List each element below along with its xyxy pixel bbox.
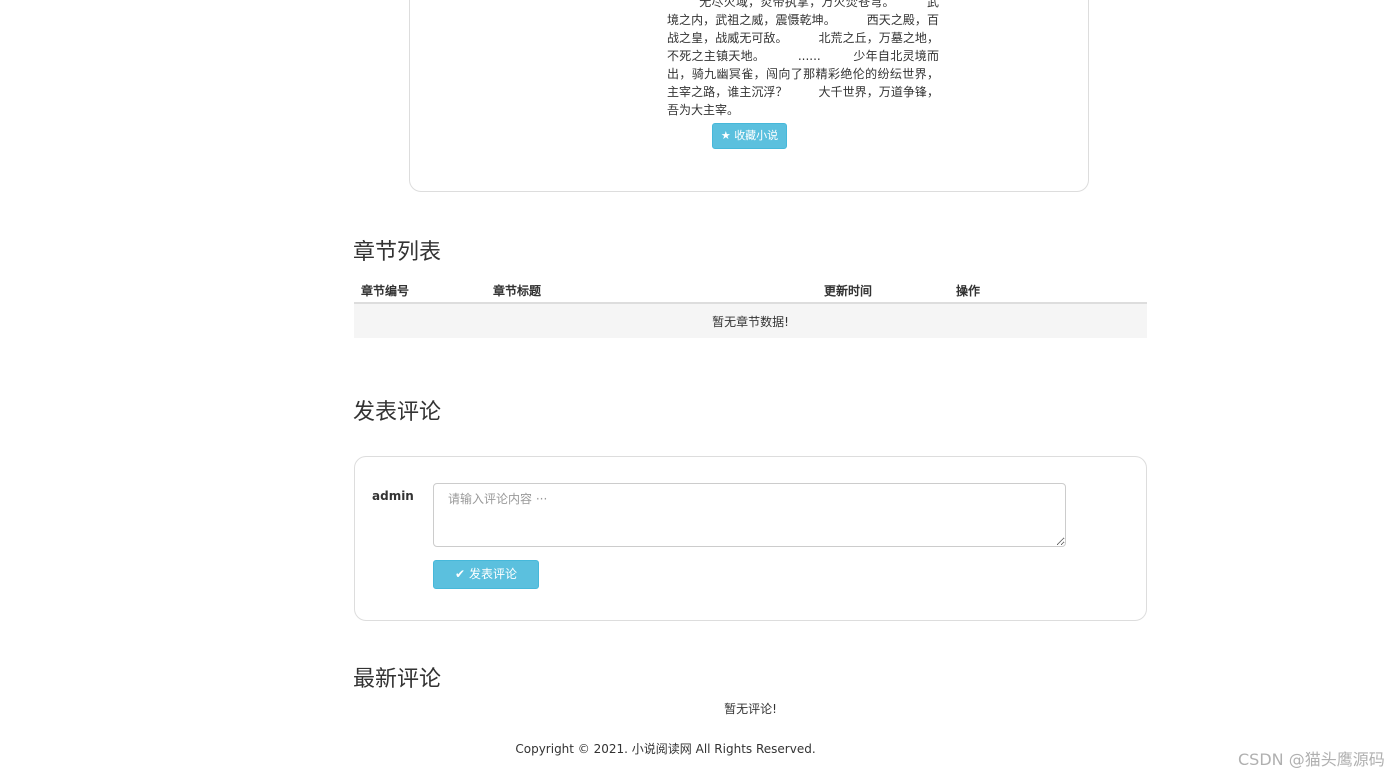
favorite-novel-button[interactable]: ★ 收藏小说 [712,123,787,149]
chapter-list-title: 章节列表 [353,240,442,265]
csdn-watermark: CSDN @猫头鹰源码 [1238,750,1385,769]
chapter-table: 章节编号 章节标题 更新时间 操作 暂无章节数据! [354,278,1147,338]
chapter-empty-message: 暂无章节数据! [354,303,1147,338]
post-comment-title: 发表评论 [353,400,442,425]
column-actions: 操作 [949,278,1147,304]
table-row: 暂无章节数据! [354,303,1147,338]
comment-username: admin [372,489,414,503]
column-chapter-title: 章节标题 [486,278,817,304]
no-comments-message: 暂无评论! [724,702,777,716]
novel-description: 无尽火域，炎帝执掌，万火焚苍穹。 武境之内，武祖之威，震慑乾坤。 西天之殿，百战… [667,0,939,117]
comment-input[interactable] [433,483,1066,547]
favorite-novel-label: 收藏小说 [734,129,779,142]
star-icon: ★ [720,129,731,142]
footer-copyright: Copyright © 2021. 小说阅读网 All Rights Reser… [515,742,816,756]
chapter-table-header: 章节编号 章节标题 更新时间 操作 [354,278,1147,304]
check-icon: ✔ [455,567,466,581]
latest-comments-title: 最新评论 [353,667,442,692]
column-chapter-number: 章节编号 [354,278,486,304]
post-comment-label: 发表评论 [468,567,517,581]
post-comment-button[interactable]: ✔ 发表评论 [433,560,539,589]
column-update-time: 更新时间 [817,278,949,304]
